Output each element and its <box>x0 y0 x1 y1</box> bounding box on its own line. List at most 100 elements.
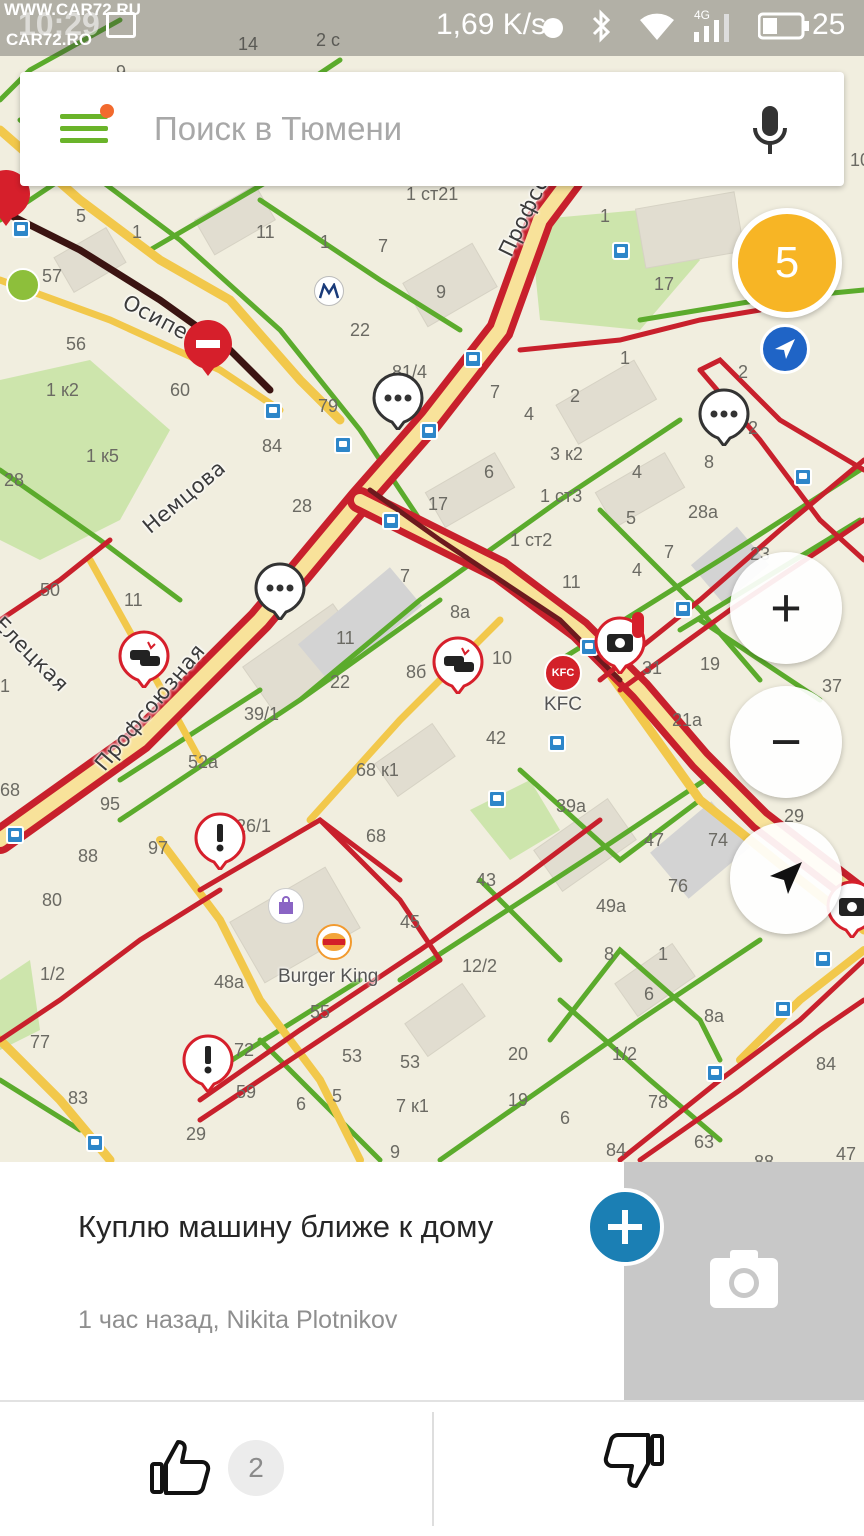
house-number: 1 <box>132 222 143 242</box>
navigation-arrow-icon <box>770 862 802 894</box>
house-number: 1 <box>320 232 331 252</box>
search-bar <box>20 72 844 186</box>
plus-icon <box>608 1210 642 1244</box>
house-number: 19 <box>508 1090 529 1110</box>
house-number: 1/2 <box>40 964 66 984</box>
network-speed: 1,69 K/s <box>436 8 547 41</box>
house-number: 17 <box>654 274 675 294</box>
house-number: 7 <box>400 566 411 586</box>
house-number: 45 <box>400 912 421 932</box>
battery-icon <box>758 12 809 40</box>
kfc-icon[interactable]: KFC <box>544 654 582 692</box>
house-number: 4 <box>632 560 643 580</box>
globe-poi-icon[interactable] <box>6 268 40 302</box>
house-number: 53 <box>400 1052 421 1072</box>
house-number: 43 <box>476 870 497 890</box>
house-number: 29 <box>186 1124 207 1144</box>
search-input[interactable] <box>154 100 714 158</box>
photo-placeholder[interactable] <box>624 1162 864 1400</box>
warning-marker[interactable] <box>194 812 246 873</box>
chat-marker[interactable] <box>372 372 424 433</box>
add-photo-button[interactable] <box>586 1188 664 1266</box>
house-number: 1/2 <box>612 1044 638 1064</box>
house-number: 47 <box>644 830 665 850</box>
camera-icon <box>710 1250 778 1308</box>
bus-stop-icon[interactable] <box>612 242 630 260</box>
navigator-icon[interactable] <box>760 324 810 374</box>
house-number: 1 ст3 <box>540 486 583 506</box>
house-number: 63 <box>694 1132 715 1152</box>
event-card[interactable]: Куплю машину ближе к дому 1 час назад, N… <box>0 1162 864 1400</box>
poi-label-burger-king: Burger King <box>278 966 379 987</box>
metro-store-icon[interactable] <box>314 276 344 306</box>
like-button[interactable]: 2 <box>140 1428 430 1512</box>
bus-stop-icon[interactable] <box>86 1134 104 1152</box>
house-number: 77 <box>30 1032 51 1052</box>
bus-stop-icon[interactable] <box>774 1000 792 1018</box>
zoom-out-label: − <box>770 712 802 772</box>
status-bar: 10:29 WWW.CAR72.RU CAR72.RO 1,69 K/s 4G … <box>0 0 864 56</box>
bus-stop-icon[interactable] <box>706 1064 724 1082</box>
house-number: 1 <box>620 348 631 368</box>
house-number: 11 <box>256 222 275 242</box>
zoom-in-button[interactable]: + <box>730 552 842 664</box>
house-number: 1 к5 <box>86 446 119 466</box>
battery-percent: 25 <box>812 8 846 41</box>
chat-marker[interactable] <box>698 388 750 449</box>
house-number: 88 <box>78 846 99 866</box>
locate-me-button[interactable] <box>730 822 842 934</box>
bus-stop-icon[interactable] <box>382 512 400 530</box>
bus-stop-icon[interactable] <box>794 468 812 486</box>
house-number: 9 <box>390 1142 401 1162</box>
house-number: 7 <box>664 542 675 562</box>
warning-marker[interactable] <box>182 1034 234 1095</box>
house-number: 4 <box>524 404 535 424</box>
bus-stop-icon[interactable] <box>464 350 482 368</box>
dislike-button[interactable] <box>600 1428 700 1512</box>
hamburger-menu-icon[interactable] <box>60 104 114 152</box>
house-number: 60 <box>170 380 191 400</box>
microphone-icon[interactable] <box>750 104 790 158</box>
house-number: 8а <box>704 1006 725 1026</box>
house-number: 5 <box>76 206 87 226</box>
accident-marker[interactable] <box>118 630 170 691</box>
bus-stop-icon[interactable] <box>674 600 692 618</box>
house-number: 28 <box>4 470 25 490</box>
traffic-score-badge[interactable]: 5 <box>732 208 842 318</box>
shopping-bag-icon[interactable] <box>268 888 304 924</box>
house-number: 6 <box>296 1094 307 1114</box>
bluetooth-icon <box>592 9 611 43</box>
reaction-bar: 2 <box>0 1402 864 1536</box>
house-number: 20 <box>508 1044 529 1064</box>
house-number: 50 <box>40 580 61 600</box>
burger-king-icon[interactable] <box>316 924 352 960</box>
bus-stop-icon[interactable] <box>814 950 832 968</box>
house-number: 76 <box>668 876 689 896</box>
house-number: 83 <box>68 1088 89 1108</box>
house-number: 22 <box>330 672 351 692</box>
house-number: 80 <box>42 890 63 910</box>
house-number: 7 <box>490 382 501 402</box>
house-number: 47 <box>836 1144 857 1162</box>
bus-stop-icon[interactable] <box>488 790 506 808</box>
bus-stop-icon[interactable] <box>264 402 282 420</box>
accident-marker[interactable] <box>432 636 484 697</box>
house-number: 28а <box>688 502 719 522</box>
house-number: 8а <box>450 602 471 622</box>
house-number: 28 <box>292 496 313 516</box>
bus-stop-icon[interactable] <box>334 436 352 454</box>
zoom-out-button[interactable]: − <box>730 686 842 798</box>
road-closed-marker[interactable] <box>182 318 234 376</box>
chat-marker[interactable] <box>254 562 306 623</box>
bus-stop-icon[interactable] <box>548 734 566 752</box>
house-number: 52а <box>188 752 219 772</box>
house-number: 84 <box>606 1140 627 1160</box>
house-number: 10 <box>492 648 513 668</box>
house-number: 1 <box>600 206 611 226</box>
zoom-in-label: + <box>770 578 802 638</box>
house-number: 1 ст2 <box>510 530 553 550</box>
house-number: 1 <box>0 676 11 696</box>
house-number: 8 <box>704 452 715 472</box>
bus-stop-icon[interactable] <box>6 826 24 844</box>
house-number: 39/1 <box>244 704 280 724</box>
